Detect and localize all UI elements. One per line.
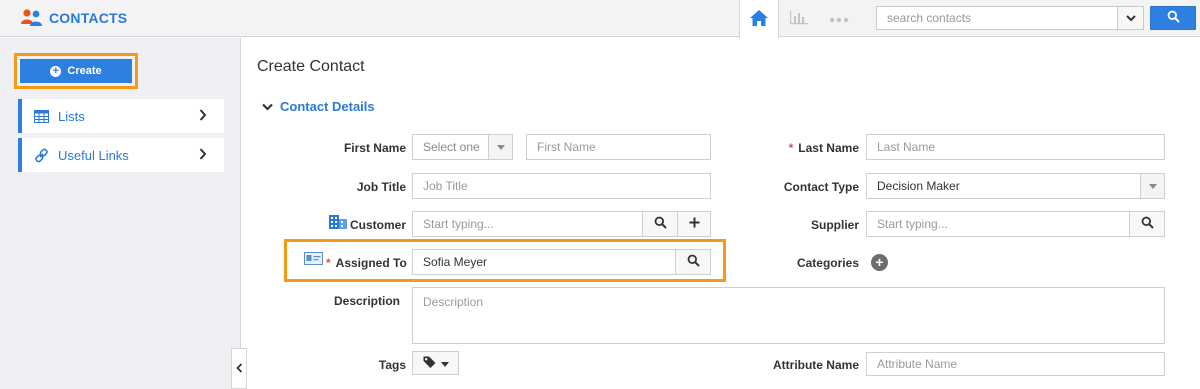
app-brand[interactable]: CONTACTS <box>20 8 127 28</box>
create-button[interactable]: + Create <box>20 59 132 83</box>
search-bar <box>876 6 1196 30</box>
description-label: Description <box>333 294 400 308</box>
description-textarea[interactable] <box>412 287 1165 344</box>
sidebar-item-useful-links[interactable]: Useful Links <box>18 138 224 172</box>
search-input[interactable] <box>876 6 1118 30</box>
create-button-label: Create <box>67 65 102 77</box>
sidebar-item-lists[interactable]: Lists <box>18 99 224 133</box>
chevron-down-icon <box>262 100 273 114</box>
sidebar: + Create Lists Useful Links <box>0 38 241 389</box>
assigned-to-label: * Assigned To <box>326 256 407 270</box>
contacts-people-icon <box>20 8 44 28</box>
page-title: Create Contact <box>257 58 365 75</box>
supplier-label: Supplier <box>810 218 859 232</box>
contact-type-label: Contact Type <box>783 180 859 194</box>
last-name-label-text: Last Name <box>798 141 859 155</box>
search-icon <box>654 216 667 232</box>
sidebar-item-label: Lists <box>58 108 85 124</box>
search-icon <box>1141 216 1154 232</box>
building-icon <box>329 213 347 232</box>
first-name-input[interactable] <box>526 134 711 160</box>
assigned-to-search-button[interactable] <box>675 249 711 275</box>
chevron-down-icon <box>1125 11 1136 25</box>
home-icon <box>749 9 769 30</box>
customer-label: Customer <box>350 218 407 232</box>
contact-details-section-toggle[interactable]: Contact Details <box>262 99 375 114</box>
search-button[interactable] <box>1150 6 1196 30</box>
assigned-to-input[interactable] <box>412 249 676 275</box>
chevron-left-icon <box>235 362 243 376</box>
last-name-label: * Last Name <box>740 141 859 155</box>
contact-type-value: Decision Maker <box>877 179 960 193</box>
required-marker: * <box>788 141 794 155</box>
supplier-search-button[interactable] <box>1129 211 1165 237</box>
top-bar: CONTACTS <box>0 0 1200 38</box>
attribute-name-label: Attribute Name <box>772 358 859 372</box>
create-highlight: + Create <box>14 53 138 89</box>
plus-icon <box>689 217 700 231</box>
section-title: Contact Details <box>280 99 375 114</box>
search-icon <box>1167 10 1180 26</box>
categories-label: Categories <box>796 256 859 270</box>
salutation-value: Select one <box>423 140 480 154</box>
chevron-right-icon <box>199 148 207 163</box>
caret-down-icon <box>440 356 449 370</box>
first-name-label: First Name <box>343 141 406 155</box>
contact-type-select[interactable]: Decision Maker <box>866 173 1165 199</box>
tags-dropdown-button[interactable] <box>412 351 459 375</box>
search-dropdown-button[interactable] <box>1118 6 1144 30</box>
tag-icon <box>423 356 436 371</box>
app-title: CONTACTS <box>49 10 128 26</box>
attribute-name-input[interactable] <box>866 352 1165 376</box>
home-nav-button[interactable] <box>739 0 779 38</box>
search-icon <box>687 254 700 270</box>
supplier-input[interactable] <box>866 211 1131 237</box>
link-icon <box>33 148 49 162</box>
more-nav-button[interactable] <box>819 0 859 37</box>
caret-down-icon <box>488 135 512 159</box>
sidebar-collapse-handle[interactable] <box>231 348 247 389</box>
customer-search-button[interactable] <box>642 211 678 237</box>
top-nav <box>739 0 859 38</box>
assigned-to-label-text: Assigned To <box>335 256 407 270</box>
plus-circle-icon: + <box>50 65 62 77</box>
reports-nav-button[interactable] <box>779 0 819 37</box>
job-title-input[interactable] <box>412 173 711 199</box>
more-dots-icon <box>829 12 849 26</box>
add-category-button[interactable]: + <box>871 254 888 271</box>
plus-icon: + <box>875 254 884 270</box>
tags-label: Tags <box>378 358 406 372</box>
last-name-input[interactable] <box>866 134 1165 160</box>
required-marker: * <box>326 256 331 270</box>
customer-add-button[interactable] <box>677 211 711 237</box>
id-card-icon <box>304 252 323 268</box>
chevron-right-icon <box>199 109 207 124</box>
caret-down-icon <box>1140 174 1164 198</box>
sidebar-item-label: Useful Links <box>58 147 129 163</box>
bar-chart-icon <box>789 9 809 28</box>
table-icon <box>33 109 49 123</box>
job-title-label: Job Title <box>356 180 406 194</box>
customer-input[interactable] <box>412 211 643 237</box>
salutation-select[interactable]: Select one <box>412 134 513 160</box>
